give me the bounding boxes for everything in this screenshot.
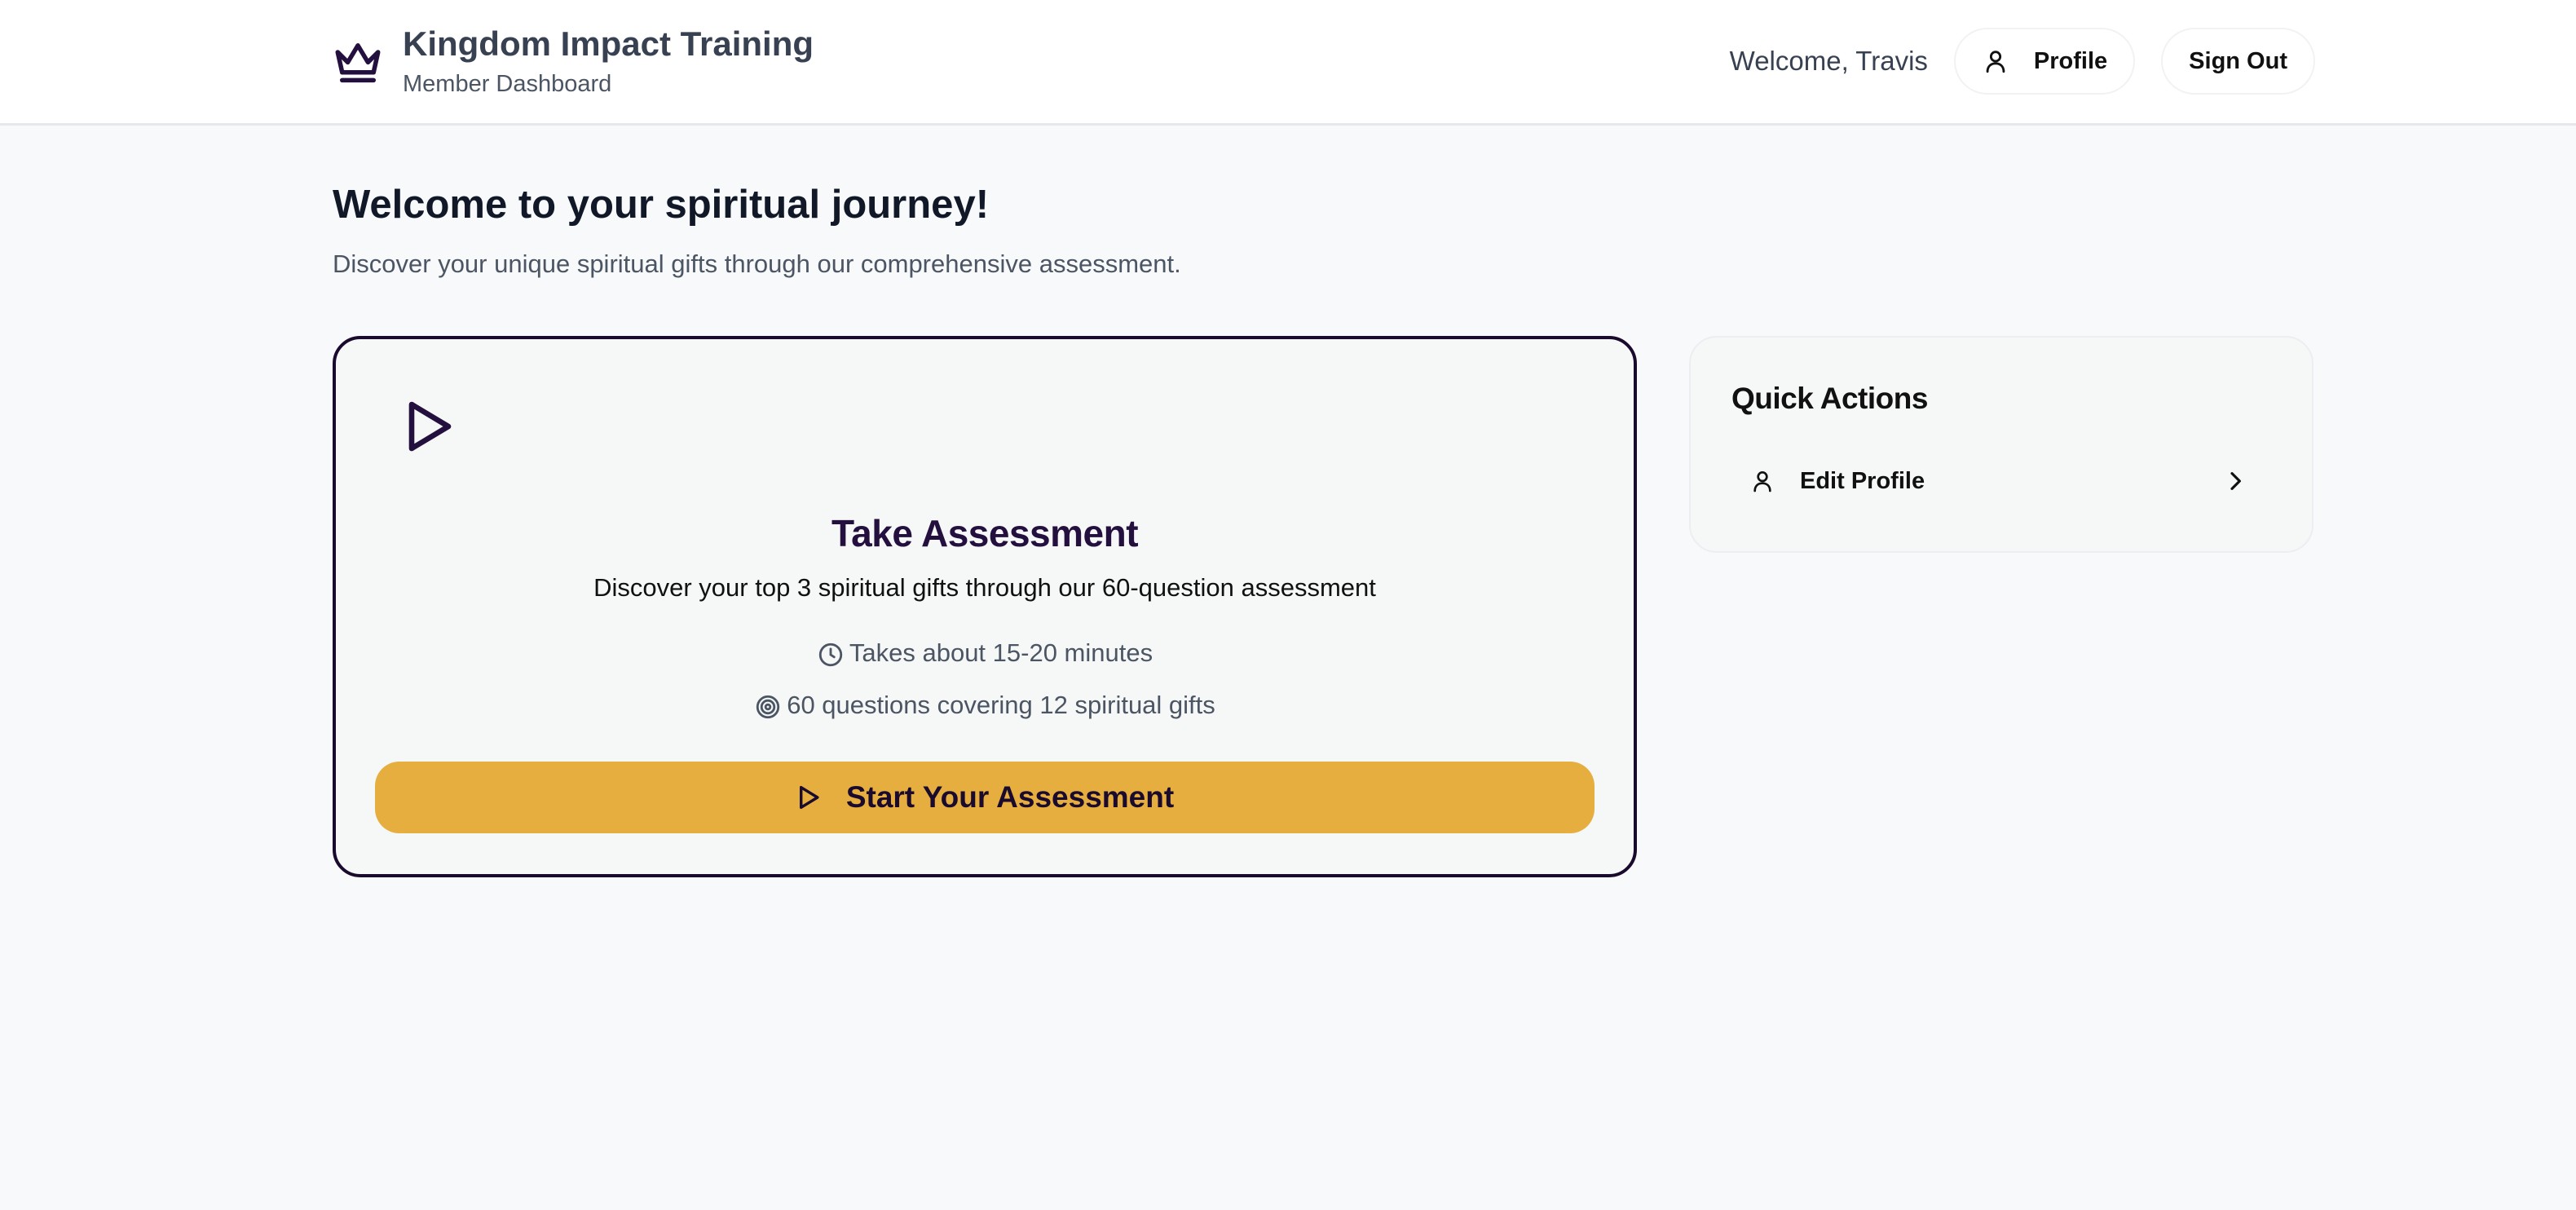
quick-actions-card: Quick Actions Edit Profile — [1689, 336, 2314, 553]
start-assessment-label: Start Your Assessment — [845, 780, 1175, 814]
welcome-text: Welcome, Travis — [1729, 46, 1928, 76]
page-title: Welcome to your spiritual journey! — [333, 183, 990, 227]
top-header: Kingdom Impact Training Member Dashboard… — [0, 0, 2576, 126]
assessment-card: Take Assessment Discover your top 3 spir… — [333, 336, 1637, 877]
play-icon — [408, 401, 452, 452]
brand[interactable]: Kingdom Impact Training Member Dashboard — [331, 21, 814, 99]
brand-text: Kingdom Impact Training Member Dashboard — [403, 21, 814, 99]
brand-title: Kingdom Impact Training — [403, 24, 814, 63]
profile-button-label: Profile — [2033, 47, 2108, 74]
crown-icon — [335, 43, 381, 83]
page-subtitle: Discover your unique spiritual gifts thr… — [333, 250, 1181, 278]
duration-row: Takes about 15-20 minutes — [336, 636, 1634, 670]
assessment-description: Discover your top 3 spiritual gifts thro… — [593, 573, 1376, 602]
brand-subtitle: Member Dashboard — [403, 71, 612, 97]
edit-profile-label: Edit Profile — [1800, 467, 1925, 494]
chevron-right-icon — [2230, 472, 2241, 490]
start-assessment-button[interactable]: Start Your Assessment — [375, 762, 1595, 833]
profile-button[interactable]: Profile — [1953, 28, 2136, 95]
quick-actions-title: Quick Actions — [1731, 382, 1928, 415]
sign-out-button-label: Sign Out — [2189, 47, 2287, 74]
sign-out-button[interactable]: Sign Out — [2161, 28, 2315, 95]
user-icon — [1986, 51, 2005, 73]
play-icon — [799, 785, 819, 810]
target-icon — [756, 695, 780, 719]
questions-text: 60 questions covering 12 spiritual gifts — [787, 691, 1215, 719]
duration-text: Takes about 15-20 minutes — [849, 638, 1153, 667]
questions-row: 60 questions covering 12 spiritual gifts — [336, 688, 1634, 722]
user-icon — [1753, 471, 1771, 492]
edit-profile-action[interactable]: Edit Profile — [1717, 448, 2287, 514]
assessment-title: Take Assessment — [831, 512, 1139, 554]
header-actions: Welcome, Travis Profile Sign Out — [1730, 28, 2315, 95]
clock-icon — [818, 643, 843, 667]
